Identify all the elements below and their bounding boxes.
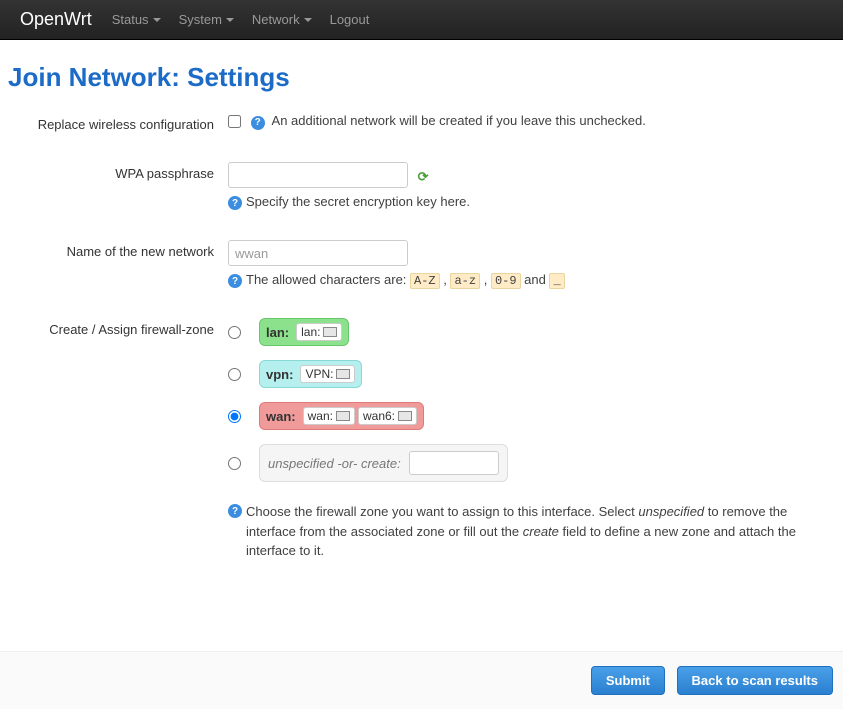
label-netname: Name of the new network	[8, 240, 228, 288]
iface-chip: VPN:	[300, 365, 355, 383]
iface-chip: lan:	[296, 323, 342, 341]
zone-badge-vpn[interactable]: vpn: VPN:	[259, 360, 362, 388]
netname-hint: The allowed characters are: A-Z , a-z , …	[246, 272, 565, 288]
zone-radio-lan[interactable]	[228, 326, 241, 339]
zone-row-lan: lan: lan:	[228, 318, 835, 346]
zone-row-unspec: unspecified -or- create:	[228, 444, 835, 482]
submit-button[interactable]: Submit	[591, 666, 665, 695]
passphrase-input[interactable]	[228, 162, 408, 188]
ethernet-icon	[323, 327, 337, 337]
ethernet-icon	[398, 411, 412, 421]
back-button[interactable]: Back to scan results	[677, 666, 833, 695]
label-passphrase: WPA passphrase	[8, 162, 228, 210]
caret-icon	[153, 18, 161, 22]
passphrase-hint: Specify the secret encryption key here.	[246, 194, 470, 209]
zone-row-wan: wan: wan: wan6:	[228, 402, 835, 430]
caret-icon	[226, 18, 234, 22]
nav-system[interactable]: System	[179, 12, 234, 27]
zone-description: ? Choose the firewall zone you want to a…	[228, 502, 835, 561]
iface-chip: wan:	[303, 407, 355, 425]
help-icon[interactable]: ?	[228, 504, 242, 518]
navbar: OpenWrt Status System Network Logout	[0, 0, 843, 40]
help-icon[interactable]: ?	[228, 274, 242, 288]
page-title: Join Network: Settings	[8, 62, 835, 93]
nav-logout[interactable]: Logout	[330, 12, 370, 27]
nav-network[interactable]: Network	[252, 12, 312, 27]
zone-unspec[interactable]: unspecified -or- create:	[259, 444, 508, 482]
reveal-icon[interactable]	[418, 169, 432, 183]
label-zone: Create / Assign firewall-zone	[8, 318, 228, 561]
iface-chip: wan6:	[358, 407, 417, 425]
zone-radio-wan[interactable]	[228, 410, 241, 423]
actions-bar: Submit Back to scan results	[0, 651, 843, 709]
ethernet-icon	[336, 369, 350, 379]
replace-hint: An additional network will be created if…	[272, 113, 646, 128]
zone-badge-lan[interactable]: lan: lan:	[259, 318, 349, 346]
caret-icon	[304, 18, 312, 22]
field-netname: Name of the new network ? The allowed ch…	[8, 240, 835, 288]
zone-row-vpn: vpn: VPN:	[228, 360, 835, 388]
field-replace: Replace wireless configuration ? An addi…	[8, 113, 835, 132]
zone-badge-wan[interactable]: wan: wan: wan6:	[259, 402, 424, 430]
label-replace: Replace wireless configuration	[8, 113, 228, 132]
netname-input[interactable]	[228, 240, 408, 266]
nav-status[interactable]: Status	[112, 12, 161, 27]
replace-checkbox[interactable]	[228, 115, 241, 128]
help-icon[interactable]: ?	[251, 116, 265, 130]
help-icon[interactable]: ?	[228, 196, 242, 210]
zone-radio-vpn[interactable]	[228, 368, 241, 381]
zone-radio-unspec[interactable]	[228, 457, 241, 470]
brand[interactable]: OpenWrt	[20, 9, 92, 30]
ethernet-icon	[336, 411, 350, 421]
field-passphrase: WPA passphrase ? Specify the secret encr…	[8, 162, 835, 210]
field-zone: Create / Assign firewall-zone lan: lan: …	[8, 318, 835, 561]
zone-create-input[interactable]	[409, 451, 499, 475]
